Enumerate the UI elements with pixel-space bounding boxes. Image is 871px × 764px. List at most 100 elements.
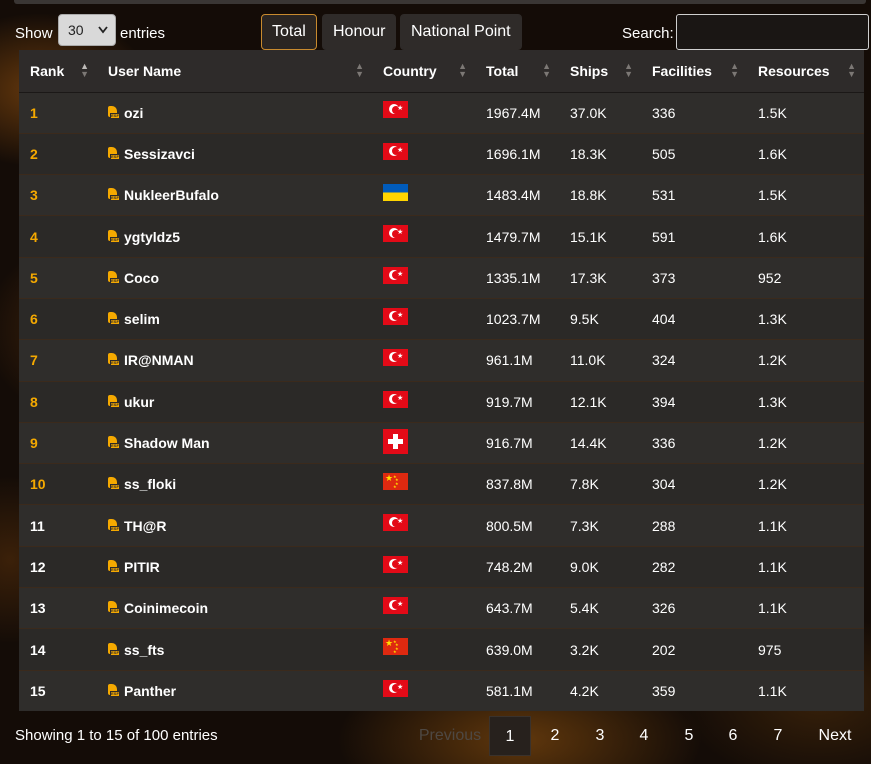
turkey-flag-icon: ★ — [383, 101, 408, 119]
facilities-cell: 326 — [641, 587, 747, 629]
rank-cell: 14 — [19, 628, 97, 671]
column-header-user-name[interactable]: User Name ▲ ▼ — [97, 50, 372, 93]
user-name[interactable]: selim — [124, 311, 160, 327]
page-length-select[interactable]: 30 — [58, 14, 116, 46]
user-name-cell[interactable]: ESF selim — [97, 297, 372, 340]
user-name-cell[interactable]: ESF Panther — [97, 669, 372, 712]
country-cell: ★ — [372, 339, 475, 382]
user-name[interactable]: Coco — [124, 270, 159, 286]
player-badge-icon: ESF — [108, 270, 120, 284]
column-header-resources[interactable]: Resources ▲ ▼ — [747, 50, 864, 93]
page-button-4[interactable]: 4 — [624, 716, 664, 756]
resources-cell: 1.2K — [747, 339, 864, 382]
user-name-cell[interactable]: ESF ukur — [97, 380, 372, 423]
user-name-cell[interactable]: ESF PITIR — [97, 545, 372, 588]
user-name[interactable]: Shadow Man — [124, 435, 210, 451]
user-name[interactable]: ygtyldz5 — [124, 229, 180, 245]
player-badge-icon: ESF — [108, 642, 120, 656]
tab-total[interactable]: Total — [261, 14, 317, 50]
user-name-cell[interactable]: ESF ygtyldz5 — [97, 215, 372, 258]
user-name[interactable]: Coinimecoin — [124, 600, 208, 616]
rank-cell: 11 — [19, 504, 97, 547]
user-name-cell[interactable]: ESF Coco — [97, 256, 372, 299]
page-button-1[interactable]: 1 — [489, 716, 531, 756]
user-name-cell[interactable]: ESF Coinimecoin — [97, 587, 372, 629]
user-name-cell[interactable]: ESF ss_fts — [97, 628, 372, 671]
country-cell: ★ — [372, 669, 475, 712]
user-name-cell[interactable]: ESF ss_floki — [97, 463, 372, 505]
previous-page-button[interactable]: Previous — [410, 716, 490, 756]
turkey-flag-icon: ★ — [383, 349, 408, 367]
column-header-total[interactable]: Total ▲ ▼ — [475, 50, 559, 93]
user-name[interactable]: ss_floki — [124, 476, 176, 492]
ships-cell: 7.8K — [559, 463, 641, 505]
ships-cell: 9.0K — [559, 545, 641, 588]
user-name[interactable]: ss_fts — [124, 642, 164, 658]
player-badge-icon: ESF — [108, 353, 120, 367]
turkey-flag-icon: ★ — [383, 307, 408, 325]
resources-cell: 1.3K — [747, 297, 864, 340]
facilities-cell: 336 — [641, 421, 747, 464]
user-name-cell[interactable]: ESF IR@NMAN — [97, 339, 372, 382]
rank-cell: 6 — [19, 297, 97, 340]
user-name[interactable]: Panther — [124, 683, 176, 699]
user-name[interactable]: Sessizavci — [124, 146, 195, 162]
user-name-cell[interactable]: ESF NukleerBufalo — [97, 174, 372, 216]
page-button-5[interactable]: 5 — [669, 716, 709, 756]
facilities-cell: 505 — [641, 132, 747, 175]
country-cell: ★ ★ ★ ★ ★ — [372, 463, 475, 505]
page-button-7[interactable]: 7 — [758, 716, 798, 756]
player-badge-icon: ESF — [108, 105, 120, 119]
user-name[interactable]: NukleerBufalo — [124, 187, 219, 203]
table-row: 12 ESF PITIR ★ 748.2M 9.0K 282 1.1K — [19, 545, 864, 588]
page-button-6[interactable]: 6 — [713, 716, 753, 756]
player-badge-icon: ESF — [108, 229, 120, 243]
tab-national-point[interactable]: National Point — [400, 14, 522, 50]
column-header-rank[interactable]: Rank ▲ ▼ — [19, 50, 97, 93]
total-cell: 748.2M — [475, 545, 559, 588]
player-badge-icon: ESF — [108, 436, 120, 450]
turkey-flag-icon: ★ — [383, 555, 408, 573]
search-input[interactable] — [676, 14, 869, 50]
user-name[interactable]: TH@R — [124, 518, 166, 534]
page-length-value: 30 — [68, 22, 84, 38]
turkey-flag-icon: ★ — [383, 266, 408, 284]
column-header-facilities[interactable]: Facilities ▲ ▼ — [641, 50, 747, 93]
resources-cell: 1.2K — [747, 463, 864, 505]
show-label: Show — [15, 25, 53, 42]
table-row: 6 ESF selim ★ 1023.7M 9.5K 404 1.3K — [19, 297, 864, 340]
user-name[interactable]: IR@NMAN — [124, 352, 194, 368]
rank-cell: 15 — [19, 669, 97, 712]
country-cell: ★ — [372, 545, 475, 588]
user-name[interactable]: ukur — [124, 394, 154, 410]
user-name[interactable]: ozi — [124, 105, 143, 121]
country-cell: ★ ★ ★ ★ ★ — [372, 628, 475, 671]
tab-honour[interactable]: Honour — [322, 14, 397, 50]
facilities-cell: 591 — [641, 215, 747, 258]
turkey-flag-icon: ★ — [383, 514, 408, 532]
user-name[interactable]: PITIR — [124, 559, 160, 575]
rank-cell: 12 — [19, 545, 97, 588]
user-name-cell[interactable]: ESF ozi — [97, 91, 372, 134]
user-name-cell[interactable]: ESF Sessizavci — [97, 132, 372, 175]
column-header-country[interactable]: Country ▲ ▼ — [372, 50, 475, 93]
ships-cell: 15.1K — [559, 215, 641, 258]
player-badge-icon: ESF — [108, 684, 120, 698]
turkey-flag-icon: ★ — [383, 597, 408, 614]
column-header-ships[interactable]: Ships ▲ ▼ — [559, 50, 641, 93]
page-button-2[interactable]: 2 — [535, 716, 575, 756]
facilities-cell: 531 — [641, 174, 747, 216]
user-name-cell[interactable]: ESF Shadow Man — [97, 421, 372, 464]
ships-cell: 11.0K — [559, 339, 641, 382]
table-row: 4 ESF ygtyldz5 ★ 1479.7M 15.1K 591 1.6K — [19, 215, 864, 258]
ships-cell: 14.4K — [559, 421, 641, 464]
total-cell: 916.7M — [475, 421, 559, 464]
resources-cell: 1.6K — [747, 132, 864, 175]
turkey-flag-icon: ★ — [383, 390, 408, 408]
page-button-3[interactable]: 3 — [580, 716, 620, 756]
turkey-flag-icon: ★ — [383, 225, 408, 243]
ships-cell: 37.0K — [559, 91, 641, 134]
user-name-cell[interactable]: ESF TH@R — [97, 504, 372, 547]
next-page-button[interactable]: Next — [810, 716, 860, 756]
resources-cell: 975 — [747, 628, 864, 671]
